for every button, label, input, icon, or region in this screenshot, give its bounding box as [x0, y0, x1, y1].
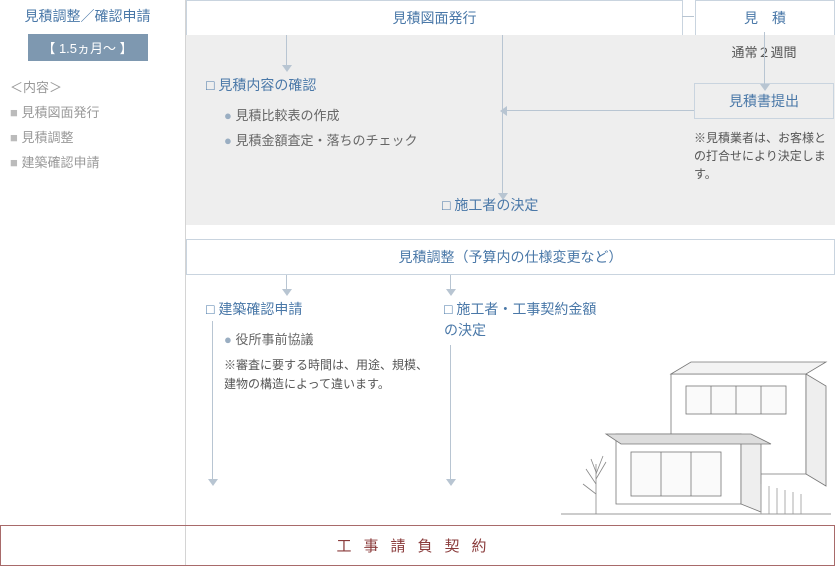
arrow — [507, 110, 694, 111]
list-item: 見積調整 — [10, 127, 165, 146]
estimate-note: ※見積業者は、お客様との打合せにより決定します。 — [694, 129, 834, 183]
arrowhead-down-icon — [446, 479, 456, 486]
list-item: 見積図面発行 — [10, 102, 165, 121]
content-heading: ＜内容＞ — [10, 77, 165, 96]
box-estimate-adjust: 見積調整（予算内の仕様変更など） — [186, 239, 835, 275]
connector — [682, 16, 694, 17]
arrowhead-down-icon — [208, 479, 218, 486]
arrow — [212, 321, 213, 481]
page: 見積調整／確認申請 【 1.5ヵ月～ 】 ＜内容＞ 見積図面発行 見積調整 建築… — [0, 0, 835, 566]
estimate-flow: 通常２週間 見積書提出 ※見積業者は、お客様との打合せにより決定します。 — [694, 0, 834, 183]
building-permit: 建築確認申請 役所事前協議 ※審査に要する時間は、用途、規模、建物の構造によって… — [206, 299, 436, 394]
arrowhead-down-icon — [446, 289, 456, 296]
arrowhead-down-icon — [760, 84, 770, 91]
contractor-decision: 施工者の決定 — [442, 195, 538, 215]
duration-badge: 【 1.5ヵ月～ 】 — [28, 34, 148, 61]
content-list: 見積図面発行 見積調整 建築確認申請 — [10, 102, 165, 171]
sidebar: 見積調整／確認申請 【 1.5ヵ月～ 】 ＜内容＞ 見積図面発行 見積調整 建築… — [0, 0, 175, 177]
contract-amount: 施工者・工事契約金額の決定 — [444, 299, 604, 341]
arrow — [450, 345, 451, 481]
permit-title: 建築確認申請 — [206, 299, 436, 319]
arrowhead-down-icon — [498, 193, 508, 200]
main-flow: 見積図面発行 見積 見積内容の確認 見積比較表の作成 見積金額査定・落ちのチェッ… — [185, 0, 835, 566]
house-illustration — [561, 344, 831, 524]
permit-note: ※審査に要する時間は、用途、規模、建物の構造によって違います。 — [224, 356, 436, 394]
footer-contract: 工事請負契約 — [0, 525, 835, 566]
arrowhead-down-icon — [282, 65, 292, 72]
arrow — [764, 32, 765, 86]
contract-title: 施工者・工事契約金額の決定 — [444, 299, 604, 341]
arrowhead-left-icon — [500, 106, 507, 116]
bullet: 役所事前協議 — [224, 329, 436, 348]
arrowhead-down-icon — [282, 289, 292, 296]
arrow — [286, 35, 287, 67]
permit-bullets: 役所事前協議 — [224, 329, 436, 348]
list-item: 建築確認申請 — [10, 152, 165, 171]
box-drawing-issue: 見積図面発行 — [186, 0, 683, 36]
sidebar-title: 見積調整／確認申請 — [10, 6, 165, 26]
